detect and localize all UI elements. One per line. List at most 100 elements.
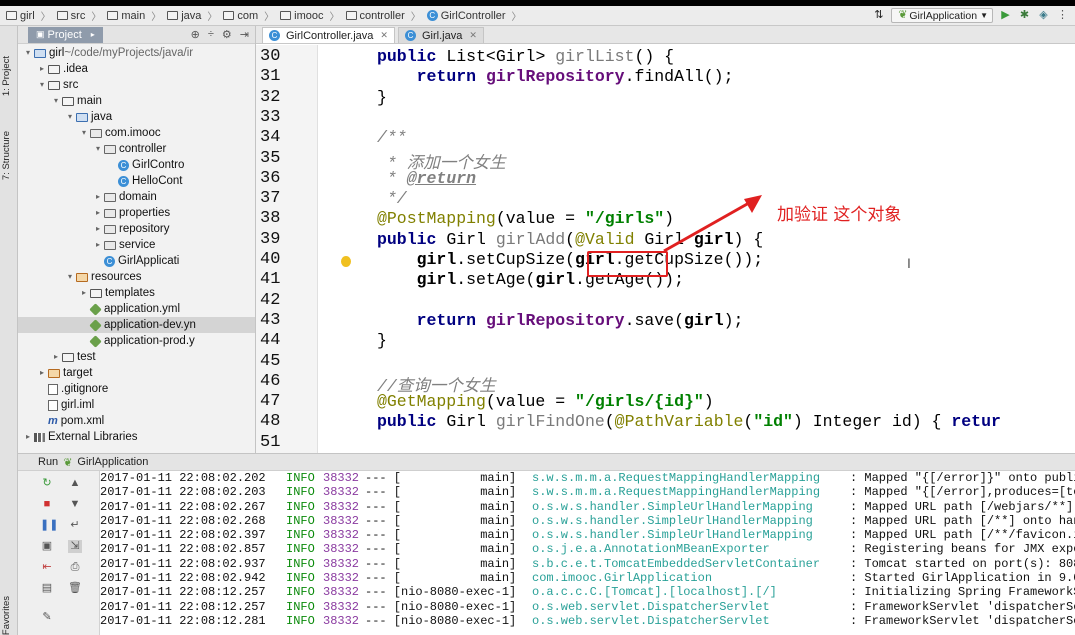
tree-item[interactable]: ▸ repository <box>18 221 255 237</box>
tree-item[interactable]: m pom.xml <box>18 413 255 429</box>
log-msg: : Registering beans for JMX expo <box>850 542 1075 557</box>
gear-icon[interactable]: ⚙ <box>222 28 232 41</box>
tree-item[interactable]: ▸ domain <box>18 189 255 205</box>
breadcrumb-item[interactable]: src <box>56 10 85 22</box>
tree-item[interactable]: application-dev.yn <box>18 317 255 333</box>
log-ts: 2017-01-11 22:08:02.397 <box>100 528 266 543</box>
close-icon[interactable]: ✕ <box>380 30 388 41</box>
breadcrumb-item[interactable]: girl <box>6 10 35 22</box>
chevron-right-icon[interactable]: ▸ <box>50 349 62 365</box>
build-sort-icon[interactable]: ⇅ <box>872 9 885 22</box>
pause-icon[interactable]: ❚❚ <box>40 519 58 532</box>
chevron-down-icon[interactable]: ▾ <box>78 125 90 141</box>
coverage-icon[interactable]: ◈ <box>1037 9 1050 22</box>
log-cls: s.w.s.m.m.a.RequestMappingHandlerMapping <box>532 471 821 485</box>
tree-item-label: girl.iml <box>61 399 95 411</box>
close-icon[interactable]: ✕ <box>469 30 477 41</box>
tree-item[interactable]: C GirlApplicati <box>18 253 255 269</box>
rerun-icon[interactable]: ↻ <box>40 477 54 490</box>
breadcrumb-item[interactable]: imooc <box>280 10 324 22</box>
tree-item[interactable]: ▸ test <box>18 349 255 365</box>
tree-item[interactable]: ▸ External Libraries <box>18 429 255 445</box>
tree-item[interactable]: application.yml <box>18 301 255 317</box>
chevron-right-icon[interactable]: ▸ <box>22 429 34 445</box>
tree-item[interactable]: girl.iml <box>18 397 255 413</box>
tree-item[interactable]: ▾ controller <box>18 141 255 157</box>
chevron-down-icon[interactable]: ▾ <box>92 141 104 157</box>
breadcrumb-item[interactable]: main <box>107 10 145 22</box>
editor-tab[interactable]: C Girl.java ✕ <box>397 27 484 43</box>
folder-icon <box>48 64 60 74</box>
tree-item[interactable]: ▸ templates <box>18 285 255 301</box>
tree-item[interactable]: ▸ target <box>18 365 255 381</box>
chevron-down-icon[interactable]: ▾ <box>64 109 76 125</box>
folder-icon <box>280 11 292 20</box>
dump-icon[interactable]: ▤ <box>40 582 54 595</box>
tree-item[interactable]: C HelloCont <box>18 173 255 189</box>
console-output[interactable]: 2017-01-11 22:08:02.202 INFO 38332 --- [ ma… <box>100 471 1075 635</box>
chevron-right-icon[interactable]: ▸ <box>92 237 104 253</box>
breadcrumb-item[interactable]: controller <box>345 10 405 22</box>
tool-project[interactable]: 1: Project <box>1 56 17 96</box>
log-cls: com.imooc.GirlApplication <box>532 571 713 586</box>
editor-tab[interactable]: C GirlController.java ✕ <box>262 27 395 43</box>
tree-item[interactable]: ▾ src <box>18 77 255 93</box>
camera-icon[interactable]: ▣ <box>40 540 54 553</box>
log-msg: : Started GirlApplication in 9.0 <box>850 571 1075 586</box>
wrap-icon[interactable]: ↵ <box>68 519 82 532</box>
log-pid: 38332 <box>323 485 360 500</box>
scroll-end-icon[interactable]: ⇲ <box>68 540 82 553</box>
intention-bulb-icon[interactable] <box>341 256 351 267</box>
tree-item[interactable]: .gitignore <box>18 381 255 397</box>
tree-item[interactable]: ▾ com.imooc <box>18 125 255 141</box>
chevron-right-icon[interactable]: ▸ <box>92 205 104 221</box>
up-icon[interactable]: ▲ <box>68 477 82 490</box>
chevron-right-icon[interactable]: ▸ <box>92 221 104 237</box>
more-icon[interactable]: ⋮ <box>1056 9 1069 22</box>
project-tab[interactable]: ▣ Project ▸ <box>28 26 103 43</box>
tree-item[interactable]: ▾ java <box>18 109 255 125</box>
left-tool-strip: 1: Project 7: Structure 2: Favorites <box>0 26 18 635</box>
tree-item[interactable]: ▾ resources <box>18 269 255 285</box>
breadcrumb-item[interactable]: C GirlController <box>426 10 506 22</box>
code-line: 35 * 添加一个女生 <box>256 149 1075 173</box>
code-area[interactable]: 30 public List<Girl> girlList() {31 retur… <box>256 45 1075 453</box>
run-icon[interactable]: ▶ <box>999 9 1012 22</box>
chevron-right-icon: 〉 <box>511 12 522 23</box>
breadcrumb-item[interactable]: com <box>223 10 258 22</box>
chevron-down-icon[interactable]: ▾ <box>64 269 76 285</box>
tree-item[interactable]: ▾ main <box>18 93 255 109</box>
debug-icon[interactable]: ✱ <box>1018 9 1031 22</box>
chevron-right-icon[interactable]: ▸ <box>36 365 48 381</box>
tree-item[interactable]: ▾ girl ~/code/myProjects/java/ir <box>18 45 255 61</box>
chevron-down-icon[interactable]: ▾ <box>22 45 34 61</box>
print-icon[interactable]: ⎙ <box>68 561 82 574</box>
sync-icon[interactable]: ⊕ <box>191 28 200 41</box>
tree-item[interactable]: ▸ .idea <box>18 61 255 77</box>
tool-favorites[interactable]: 2: Favorites <box>1 596 17 635</box>
chevron-right-icon[interactable]: ▸ <box>36 61 48 77</box>
tree-item-label: application-dev.yn <box>104 319 196 331</box>
chevron-down-icon[interactable]: ▾ <box>36 77 48 93</box>
collapse-icon[interactable]: ÷ <box>208 28 214 41</box>
tree-item[interactable]: ▸ service <box>18 237 255 253</box>
pin-icon[interactable]: ✎ <box>40 611 54 624</box>
exit-icon[interactable]: ⇤ <box>40 561 54 574</box>
run-config-dropdown[interactable]: ❦ GirlApplication ▼ <box>891 8 993 23</box>
tree-item[interactable]: C GirlContro <box>18 157 255 173</box>
editor-panel: C GirlController.java ✕ C Girl.java ✕ 30 publi… <box>256 26 1075 453</box>
tree-item[interactable]: ▸ properties <box>18 205 255 221</box>
hide-icon[interactable]: ⇥ <box>240 28 249 41</box>
chevron-down-icon[interactable]: ▾ <box>50 93 62 109</box>
tree-item[interactable]: application-prod.y <box>18 333 255 349</box>
trash-icon[interactable]: 🗑 <box>68 582 82 595</box>
stop-icon[interactable]: ■ <box>40 498 54 511</box>
tree-item-label: domain <box>119 191 157 203</box>
chevron-right-icon[interactable]: ▸ <box>78 285 90 301</box>
breadcrumb-label: girl <box>20 9 35 22</box>
chevron-right-icon[interactable]: ▸ <box>92 189 104 205</box>
breadcrumb-item[interactable]: java <box>167 10 201 22</box>
down-icon[interactable]: ▼ <box>68 498 82 511</box>
folder-icon <box>167 11 179 20</box>
tool-structure[interactable]: 7: Structure <box>1 131 17 180</box>
